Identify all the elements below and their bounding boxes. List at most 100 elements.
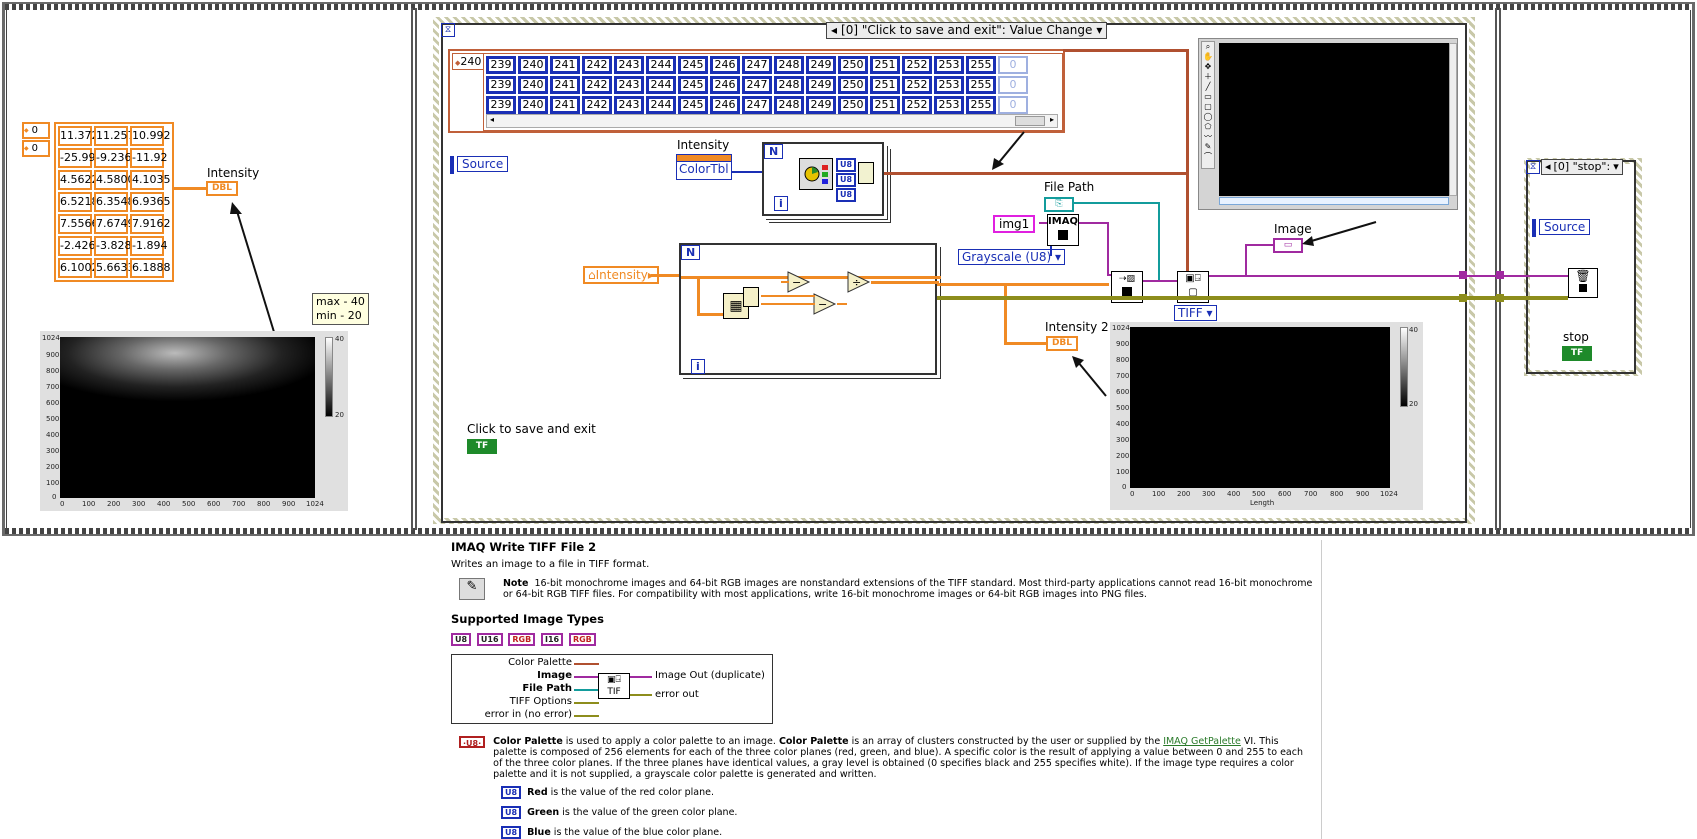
array-element[interactable]: 247 bbox=[742, 96, 772, 114]
click-save-boolean[interactable]: TF bbox=[467, 439, 497, 454]
case-dropdown-arrow[interactable]: ▾ bbox=[1613, 160, 1619, 174]
array-element[interactable]: 240 bbox=[518, 56, 548, 74]
array-element[interactable]: 246 bbox=[710, 96, 740, 114]
event-case-selector[interactable]: ◂ [0] "Click to save and exit": Value Ch… bbox=[826, 22, 1108, 39]
case-prev-arrow[interactable]: ◂ bbox=[831, 23, 837, 38]
case-prev-arrow[interactable]: ◂ bbox=[1545, 160, 1551, 174]
array-element[interactable]: 248 bbox=[774, 56, 804, 74]
image-canvas[interactable] bbox=[1219, 43, 1449, 196]
image-tools-palette[interactable]: ⌕ ✋ ✥ ＋ ╱ ▭ ▢ ◯ ⬠ 〰 ✎ ⌒ bbox=[1201, 41, 1215, 169]
array-element[interactable]: 255 bbox=[966, 56, 996, 74]
index-display[interactable]: ◆ 0 ◆ 0 bbox=[22, 122, 50, 157]
array-element[interactable]: 242 bbox=[582, 76, 612, 94]
image-name-constant[interactable]: img1 bbox=[993, 215, 1036, 233]
array-element[interactable]: 244 bbox=[646, 56, 676, 74]
array-element[interactable]: 241 bbox=[550, 56, 580, 74]
array-element[interactable]: 251 bbox=[870, 76, 900, 94]
array-element[interactable]: 249 bbox=[806, 96, 836, 114]
image-display[interactable]: ⌕ ✋ ✥ ＋ ╱ ▭ ▢ ◯ ⬠ 〰 ✎ ⌒ bbox=[1198, 38, 1458, 210]
array-element[interactable]: 239 bbox=[486, 56, 516, 74]
case-dropdown-arrow[interactable]: ▾ bbox=[1096, 23, 1102, 38]
loop-count-n[interactable]: N bbox=[764, 144, 784, 159]
dispose-image-node[interactable]: 🗑 bbox=[1568, 268, 1598, 298]
array-element[interactable]: 253 bbox=[934, 56, 964, 74]
array-element[interactable]: 241 bbox=[550, 76, 580, 94]
array-element[interactable]: 242 bbox=[582, 56, 612, 74]
subtract-node-2[interactable]: − bbox=[813, 293, 837, 315]
array-element[interactable]: 253 bbox=[934, 76, 964, 94]
stop-source-terminal[interactable]: Source bbox=[1539, 219, 1591, 235]
array-element[interactable]: 253 bbox=[934, 96, 964, 114]
array-element[interactable]: 245 bbox=[678, 96, 708, 114]
array-element[interactable]: 252 bbox=[902, 56, 932, 74]
array-element[interactable]: 240 bbox=[518, 76, 548, 94]
array-element[interactable]: 245 bbox=[678, 56, 708, 74]
array-element[interactable]: 242 bbox=[582, 96, 612, 114]
array-element[interactable]: 246 bbox=[710, 56, 740, 74]
color-scale[interactable] bbox=[325, 337, 333, 417]
image-scrollbar-h[interactable] bbox=[1219, 197, 1449, 205]
index-array-node[interactable] bbox=[743, 287, 759, 307]
array-element[interactable]: 243 bbox=[614, 56, 644, 74]
array-element[interactable]: 245 bbox=[678, 76, 708, 94]
color-scale[interactable] bbox=[1400, 327, 1408, 407]
array-element[interactable]: 255 bbox=[966, 76, 996, 94]
array-element[interactable]: 0 bbox=[998, 56, 1028, 74]
source-terminal[interactable]: Source bbox=[457, 156, 509, 172]
array-element[interactable]: 250 bbox=[838, 96, 868, 114]
array-element[interactable]: 241 bbox=[550, 96, 580, 114]
stop-case-selector[interactable]: ◂ [0] "stop": ▾ bbox=[1541, 159, 1623, 175]
array-element[interactable]: 248 bbox=[774, 96, 804, 114]
imaq-getpalette-link[interactable]: IMAQ GetPalette bbox=[1163, 736, 1241, 747]
array-element[interactable]: 248 bbox=[774, 76, 804, 94]
index-value-1[interactable]: 0 bbox=[32, 143, 38, 154]
array-element[interactable]: 252 bbox=[902, 76, 932, 94]
type-badge: RGB bbox=[568, 633, 596, 646]
horizontal-scrollbar[interactable]: ◂ ▸ bbox=[486, 114, 1058, 128]
array-element[interactable]: 251 bbox=[870, 96, 900, 114]
array-element[interactable]: 0 bbox=[998, 96, 1028, 114]
scroll-thumb[interactable] bbox=[1015, 116, 1045, 126]
colortbl-property[interactable]: ColorTbl bbox=[677, 162, 729, 176]
array-element[interactable]: 240 bbox=[518, 96, 548, 114]
array-element[interactable]: 249 bbox=[806, 76, 836, 94]
array-element[interactable]: 250 bbox=[838, 76, 868, 94]
image-indicator-terminal[interactable]: ▭ bbox=[1273, 238, 1303, 253]
array-element[interactable]: 249 bbox=[806, 56, 836, 74]
intensity-property-node[interactable]: ColorTbl bbox=[676, 154, 732, 180]
stop-boolean[interactable]: TF bbox=[1562, 346, 1592, 361]
array-element[interactable]: 247 bbox=[742, 56, 772, 74]
array-element[interactable]: 247 bbox=[742, 76, 772, 94]
grayscale-enum[interactable]: Grayscale (U8) ▾ bbox=[958, 249, 1066, 265]
array-element[interactable]: 244 bbox=[646, 96, 676, 114]
array-element[interactable]: 251 bbox=[870, 56, 900, 74]
array-element[interactable]: 252 bbox=[902, 96, 932, 114]
array-element[interactable]: 243 bbox=[614, 96, 644, 114]
array-element[interactable]: 239 bbox=[486, 76, 516, 94]
array-element[interactable]: 246 bbox=[710, 76, 740, 94]
u8-array-constant[interactable]: ◆240 239 240 241 242 243 244 245 246 247 248 249 25… bbox=[448, 49, 1065, 133]
divide-node[interactable]: ÷ bbox=[847, 271, 871, 293]
imaq-create-node[interactable]: IMAQ bbox=[1047, 214, 1079, 246]
array-element[interactable]: 239 bbox=[486, 96, 516, 114]
array-element[interactable]: 250 bbox=[838, 56, 868, 74]
file-path-control[interactable]: ⎘ bbox=[1044, 197, 1074, 212]
index-value-0[interactable]: 0 bbox=[32, 125, 38, 136]
array-element[interactable]: 0 bbox=[998, 76, 1028, 94]
tiff-enum[interactable]: TIFF ▾ bbox=[1174, 305, 1217, 321]
intensity-graph-1[interactable]: 1024 900 800 700 600 500 400 300 200 100… bbox=[40, 331, 348, 511]
build-array-node[interactable] bbox=[858, 162, 874, 184]
subtract-node-1[interactable]: − bbox=[787, 271, 811, 293]
array-index[interactable]: ◆240 bbox=[452, 53, 484, 70]
unbundle-node[interactable] bbox=[799, 158, 833, 190]
intensity-local-variable[interactable]: ⌂Intensity▸ bbox=[583, 266, 659, 284]
array-element[interactable]: 243 bbox=[614, 76, 644, 94]
intensity-dbl-indicator[interactable]: DBL bbox=[206, 181, 238, 196]
intensity2-dbl-indicator[interactable]: DBL bbox=[1046, 336, 1078, 351]
array-element[interactable]: 244 bbox=[646, 76, 676, 94]
array-element[interactable]: 255 bbox=[966, 96, 996, 114]
loop-count-n[interactable]: N bbox=[681, 245, 701, 260]
intensity-graph-2[interactable]: 1024 900 800 700 600 500 400 300 200 100… bbox=[1110, 322, 1423, 510]
image-scrollbar-v[interactable] bbox=[1449, 43, 1457, 196]
context-help-panel: IMAQ Write TIFF File 2 Writes an image t… bbox=[451, 540, 1321, 839]
